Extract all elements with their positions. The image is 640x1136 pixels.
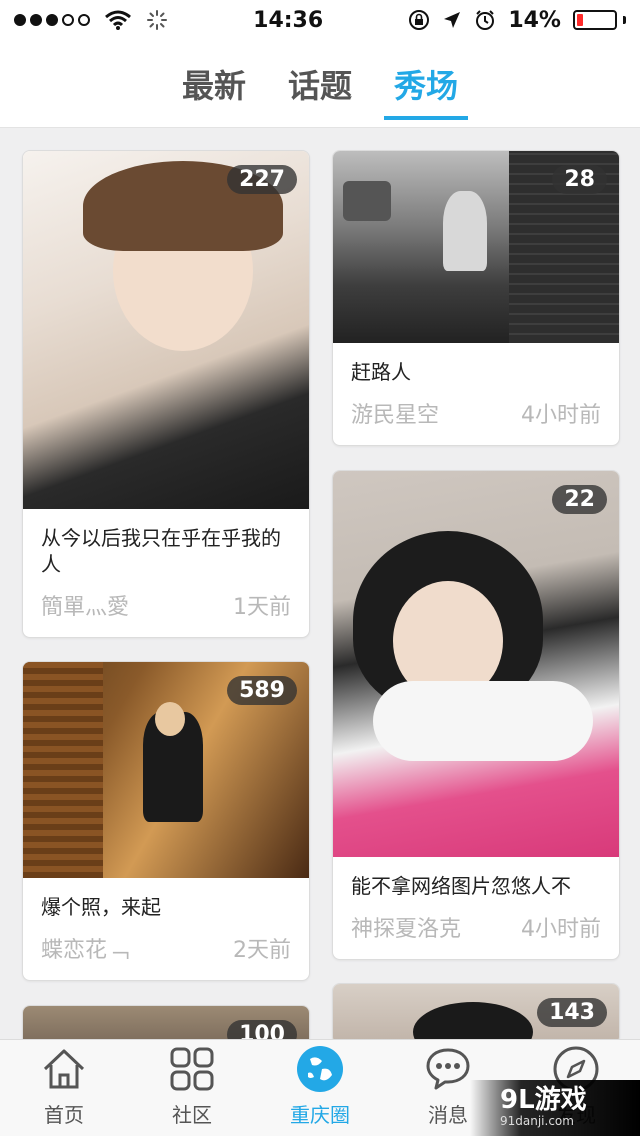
rotation-lock-icon — [409, 10, 430, 30]
post-author[interactable]: 蝶恋花﹁ — [41, 932, 129, 964]
post-title: 赶路人 — [351, 360, 411, 384]
globe-icon — [296, 1045, 344, 1093]
wifi-icon — [105, 10, 131, 30]
post-title: 爆个照，来起 — [41, 895, 161, 919]
post-author[interactable]: 神探夏洛克 — [351, 911, 461, 943]
post-card[interactable]: 28 赶路人 游民星空 4小时前 — [332, 150, 620, 446]
post-photo[interactable]: 227 — [23, 151, 309, 509]
post-author[interactable]: 簡單灬愛 — [41, 589, 129, 621]
post-photo[interactable]: 28 — [333, 151, 619, 343]
battery-percent: 14% — [508, 7, 561, 33]
post-card[interactable]: 589 爆个照，来起 蝶恋花﹁ 2天前 — [22, 661, 310, 981]
nav-label: 社区 — [172, 1103, 212, 1127]
view-count-badge: 589 — [227, 676, 297, 705]
home-icon — [40, 1045, 88, 1093]
view-count-badge: 100 — [227, 1020, 297, 1039]
post-time: 4小时前 — [521, 403, 601, 428]
battery-icon — [572, 10, 626, 30]
view-count-badge: 227 — [227, 165, 297, 194]
post-card[interactable]: 143 — [332, 983, 620, 1039]
signal-strength-icon — [14, 14, 90, 26]
nav-label: 首页 — [44, 1103, 84, 1127]
nav-home[interactable]: 首页 — [0, 1040, 128, 1136]
status-time: 14:36 — [253, 7, 324, 33]
nav-community[interactable]: 社区 — [128, 1040, 256, 1136]
location-arrow-icon — [444, 12, 461, 28]
tab-latest[interactable]: 最新 — [172, 40, 256, 128]
post-title: 能不拿网络图片忽悠人不 — [351, 874, 571, 898]
post-time: 1天前 — [233, 595, 291, 620]
grid-icon — [168, 1045, 216, 1093]
nav-label: 消息 — [428, 1103, 468, 1127]
loading-spinner-icon — [147, 10, 167, 30]
view-count-badge: 22 — [552, 485, 607, 514]
chat-bubble-icon — [424, 1045, 472, 1093]
post-photo[interactable]: 100 — [23, 1006, 309, 1039]
nav-label: 重庆圈 — [290, 1103, 350, 1127]
post-time: 2天前 — [233, 938, 291, 963]
post-card[interactable]: 227 从今以后我只在乎在乎我的人 簡單灬愛 1天前 — [22, 150, 310, 638]
view-count-badge: 143 — [537, 998, 607, 1027]
post-time: 4小时前 — [521, 917, 601, 942]
showcase-feed[interactable]: 227 从今以后我只在乎在乎我的人 簡單灬愛 1天前 28 赶路人 游民星空 4… — [0, 129, 640, 1039]
watermark-url: 91danji.com — [500, 1114, 574, 1128]
top-tab-bar: 最新 话题 秀场 — [0, 40, 640, 128]
post-card[interactable]: 100 — [22, 1005, 310, 1039]
tab-topics[interactable]: 话题 — [278, 40, 362, 128]
post-author[interactable]: 游民星空 — [351, 397, 439, 429]
status-bar: 14:36 14% — [0, 0, 640, 40]
tab-showcase[interactable]: 秀场 — [384, 40, 469, 128]
watermark-logo: 9L游戏 — [500, 1085, 587, 1115]
post-photo[interactable]: 143 — [333, 984, 619, 1039]
nav-chongqing-circle[interactable]: 重庆圈 — [256, 1040, 384, 1136]
view-count-badge: 28 — [552, 165, 607, 194]
site-watermark: 9L游戏 91danji.com — [470, 1080, 640, 1136]
post-photo[interactable]: 22 — [333, 471, 619, 857]
post-card[interactable]: 22 能不拿网络图片忽悠人不 神探夏洛克 4小时前 — [332, 470, 620, 960]
post-title: 从今以后我只在乎在乎我的人 — [41, 526, 281, 576]
alarm-icon — [476, 10, 495, 30]
post-photo[interactable]: 589 — [23, 662, 309, 878]
